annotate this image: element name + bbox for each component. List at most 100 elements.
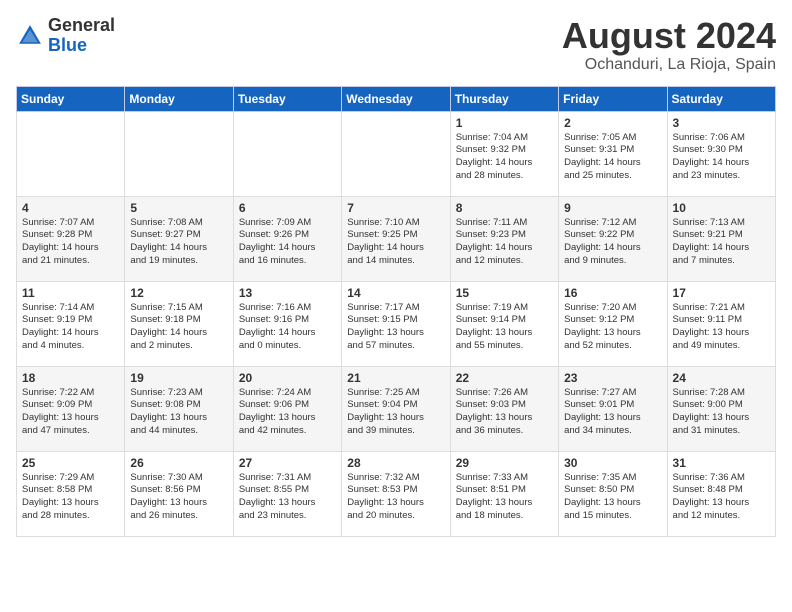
day-number: 20	[239, 371, 336, 385]
day-info: Sunrise: 7:13 AM Sunset: 9:21 PM Dayligh…	[673, 217, 770, 268]
day-cell: 27 Sunrise: 7:31 AM Sunset: 8:55 PM Dayli…	[233, 451, 341, 536]
month-year: August 2024	[562, 16, 776, 56]
day-number: 29	[456, 456, 553, 470]
day-cell: 6 Sunrise: 7:09 AM Sunset: 9:26 PM Daylig…	[233, 196, 341, 281]
logo: General Blue	[16, 16, 115, 56]
day-info: Sunrise: 7:23 AM Sunset: 9:08 PM Dayligh…	[130, 387, 227, 438]
day-info: Sunrise: 7:28 AM Sunset: 9:00 PM Dayligh…	[673, 387, 770, 438]
day-cell: 8 Sunrise: 7:11 AM Sunset: 9:23 PM Daylig…	[450, 196, 558, 281]
day-info: Sunrise: 7:20 AM Sunset: 9:12 PM Dayligh…	[564, 302, 661, 353]
day-cell: 29 Sunrise: 7:33 AM Sunset: 8:51 PM Dayli…	[450, 451, 558, 536]
title-block: August 2024 Ochanduri, La Rioja, Spain	[562, 16, 776, 74]
day-cell: 18Sunrise: 7:22 AM Sunset: 9:09 PM Dayli…	[17, 366, 125, 451]
day-cell: 1Sunrise: 7:04 AM Sunset: 9:32 PM Daylig…	[450, 111, 558, 196]
day-info: Sunrise: 7:36 AM Sunset: 8:48 PM Dayligh…	[673, 472, 770, 523]
day-cell: 2 Sunrise: 7:05 AM Sunset: 9:31 PM Daylig…	[559, 111, 667, 196]
day-number: 14	[347, 286, 444, 300]
day-info: Sunrise: 7:24 AM Sunset: 9:06 PM Dayligh…	[239, 387, 336, 438]
day-number: 21	[347, 371, 444, 385]
day-number: 31	[673, 456, 770, 470]
day-info: Sunrise: 7:06 AM Sunset: 9:30 PM Dayligh…	[673, 132, 770, 183]
day-cell: 5Sunrise: 7:08 AM Sunset: 9:27 PM Daylig…	[125, 196, 233, 281]
day-number: 26	[130, 456, 227, 470]
day-info: Sunrise: 7:31 AM Sunset: 8:55 PM Dayligh…	[239, 472, 336, 523]
day-cell: 16 Sunrise: 7:20 AM Sunset: 9:12 PM Dayli…	[559, 281, 667, 366]
day-header-wednesday: Wednesday	[342, 86, 450, 111]
day-cell: 31 Sunrise: 7:36 AM Sunset: 8:48 PM Dayli…	[667, 451, 775, 536]
day-header-sunday: Sunday	[17, 86, 125, 111]
logo-text: General Blue	[48, 16, 115, 56]
day-info: Sunrise: 7:10 AM Sunset: 9:25 PM Dayligh…	[347, 217, 444, 268]
day-cell: 19 Sunrise: 7:23 AM Sunset: 9:08 PM Dayli…	[125, 366, 233, 451]
day-cell: 22 Sunrise: 7:26 AM Sunset: 9:03 PM Dayli…	[450, 366, 558, 451]
day-info: Sunrise: 7:25 AM Sunset: 9:04 PM Dayligh…	[347, 387, 444, 438]
day-header-thursday: Thursday	[450, 86, 558, 111]
day-number: 11	[22, 286, 119, 300]
day-number: 5	[130, 201, 227, 215]
week-row-3: 11 Sunrise: 7:14 AM Sunset: 9:19 PM Dayli…	[17, 281, 776, 366]
day-cell: 26 Sunrise: 7:30 AM Sunset: 8:56 PM Dayli…	[125, 451, 233, 536]
logo-icon	[16, 22, 44, 50]
day-number: 1	[456, 116, 553, 130]
day-cell: 15 Sunrise: 7:19 AM Sunset: 9:14 PM Dayli…	[450, 281, 558, 366]
day-number: 25	[22, 456, 119, 470]
day-number: 8	[456, 201, 553, 215]
logo-general: General	[48, 15, 115, 35]
day-cell: 3Sunrise: 7:06 AM Sunset: 9:30 PM Daylig…	[667, 111, 775, 196]
day-cell: 4Sunrise: 7:07 AM Sunset: 9:28 PM Daylig…	[17, 196, 125, 281]
day-cell: 25 Sunrise: 7:29 AM Sunset: 8:58 PM Dayli…	[17, 451, 125, 536]
day-cell: 21 Sunrise: 7:25 AM Sunset: 9:04 PM Dayli…	[342, 366, 450, 451]
calendar-table: SundayMondayTuesdayWednesdayThursdayFrid…	[16, 86, 776, 537]
day-info: Sunrise: 7:33 AM Sunset: 8:51 PM Dayligh…	[456, 472, 553, 523]
week-row-4: 18Sunrise: 7:22 AM Sunset: 9:09 PM Dayli…	[17, 366, 776, 451]
day-info: Sunrise: 7:17 AM Sunset: 9:15 PM Dayligh…	[347, 302, 444, 353]
day-number: 30	[564, 456, 661, 470]
day-info: Sunrise: 7:26 AM Sunset: 9:03 PM Dayligh…	[456, 387, 553, 438]
day-info: Sunrise: 7:29 AM Sunset: 8:58 PM Dayligh…	[22, 472, 119, 523]
logo-blue: Blue	[48, 35, 87, 55]
day-number: 27	[239, 456, 336, 470]
calendar-body: 1Sunrise: 7:04 AM Sunset: 9:32 PM Daylig…	[17, 111, 776, 536]
day-cell	[17, 111, 125, 196]
day-number: 7	[347, 201, 444, 215]
day-info: Sunrise: 7:32 AM Sunset: 8:53 PM Dayligh…	[347, 472, 444, 523]
day-number: 2	[564, 116, 661, 130]
day-number: 24	[673, 371, 770, 385]
day-number: 6	[239, 201, 336, 215]
calendar-header: SundayMondayTuesdayWednesdayThursdayFrid…	[17, 86, 776, 111]
day-cell: 11 Sunrise: 7:14 AM Sunset: 9:19 PM Dayli…	[17, 281, 125, 366]
day-info: Sunrise: 7:19 AM Sunset: 9:14 PM Dayligh…	[456, 302, 553, 353]
day-header-friday: Friday	[559, 86, 667, 111]
day-info: Sunrise: 7:30 AM Sunset: 8:56 PM Dayligh…	[130, 472, 227, 523]
day-cell	[342, 111, 450, 196]
day-info: Sunrise: 7:16 AM Sunset: 9:16 PM Dayligh…	[239, 302, 336, 353]
day-number: 28	[347, 456, 444, 470]
day-cell: 30Sunrise: 7:35 AM Sunset: 8:50 PM Dayli…	[559, 451, 667, 536]
day-cell: 7 Sunrise: 7:10 AM Sunset: 9:25 PM Daylig…	[342, 196, 450, 281]
day-info: Sunrise: 7:11 AM Sunset: 9:23 PM Dayligh…	[456, 217, 553, 268]
day-number: 4	[22, 201, 119, 215]
day-info: Sunrise: 7:15 AM Sunset: 9:18 PM Dayligh…	[130, 302, 227, 353]
day-number: 13	[239, 286, 336, 300]
day-header-saturday: Saturday	[667, 86, 775, 111]
day-number: 19	[130, 371, 227, 385]
day-number: 22	[456, 371, 553, 385]
day-header-monday: Monday	[125, 86, 233, 111]
week-row-1: 1Sunrise: 7:04 AM Sunset: 9:32 PM Daylig…	[17, 111, 776, 196]
day-number: 17	[673, 286, 770, 300]
day-cell: 9 Sunrise: 7:12 AM Sunset: 9:22 PM Daylig…	[559, 196, 667, 281]
day-number: 15	[456, 286, 553, 300]
week-row-5: 25 Sunrise: 7:29 AM Sunset: 8:58 PM Dayli…	[17, 451, 776, 536]
day-info: Sunrise: 7:12 AM Sunset: 9:22 PM Dayligh…	[564, 217, 661, 268]
day-info: Sunrise: 7:09 AM Sunset: 9:26 PM Dayligh…	[239, 217, 336, 268]
day-cell: 28 Sunrise: 7:32 AM Sunset: 8:53 PM Dayli…	[342, 451, 450, 536]
day-number: 9	[564, 201, 661, 215]
day-cell: 17 Sunrise: 7:21 AM Sunset: 9:11 PM Dayli…	[667, 281, 775, 366]
day-info: Sunrise: 7:05 AM Sunset: 9:31 PM Dayligh…	[564, 132, 661, 183]
day-info: Sunrise: 7:21 AM Sunset: 9:11 PM Dayligh…	[673, 302, 770, 353]
day-cell: 20 Sunrise: 7:24 AM Sunset: 9:06 PM Dayli…	[233, 366, 341, 451]
day-number: 18	[22, 371, 119, 385]
day-number: 23	[564, 371, 661, 385]
day-info: Sunrise: 7:14 AM Sunset: 9:19 PM Dayligh…	[22, 302, 119, 353]
day-number: 16	[564, 286, 661, 300]
